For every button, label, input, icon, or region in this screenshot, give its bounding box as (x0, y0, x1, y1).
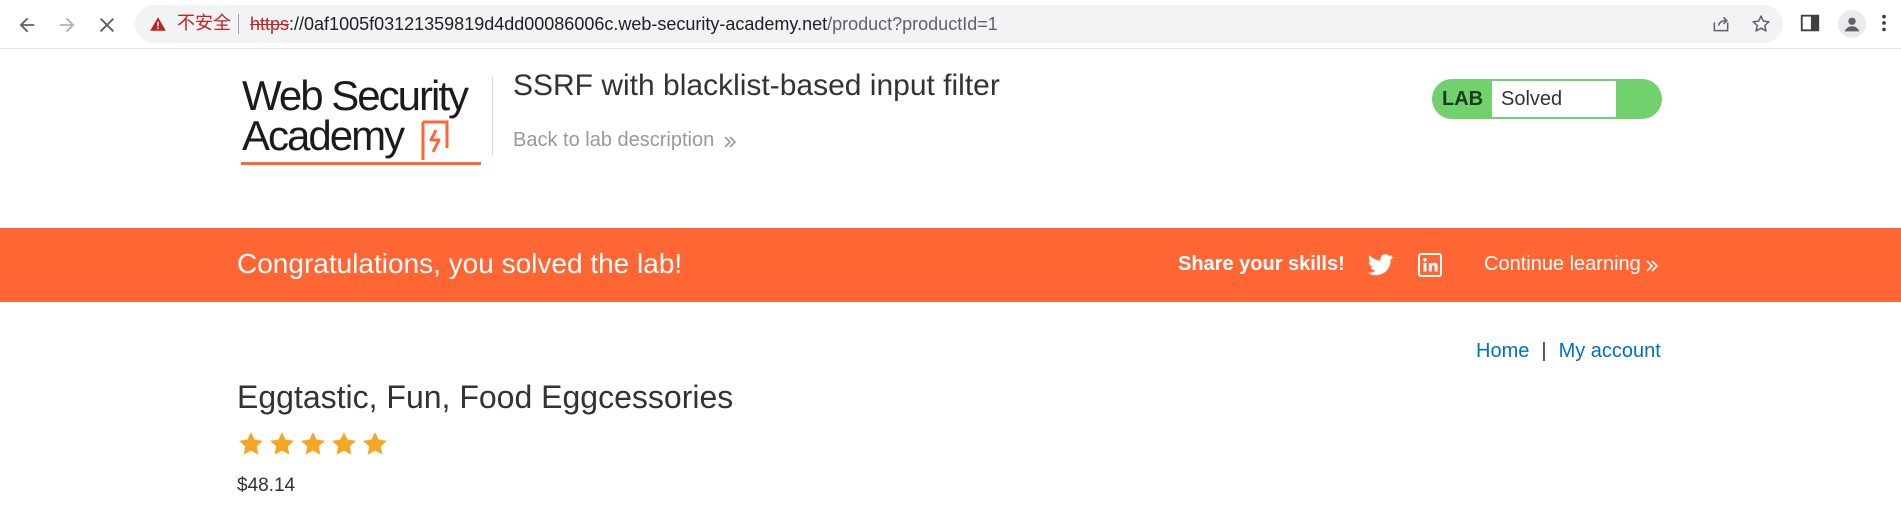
solved-banner: Congratulations, you solved the lab! Sha… (0, 228, 1901, 302)
continue-learning-label: Continue learning (1484, 253, 1641, 275)
double-chevron-right-icon (722, 133, 738, 149)
side-panel-icon[interactable] (1799, 12, 1825, 38)
url-host: ://0af1005f03121359819d4dd00086006c.web-… (289, 14, 828, 34)
lab-state: Solved (1501, 88, 1563, 110)
lab-state-box: Solved (1492, 81, 1616, 117)
bookmark-star-icon[interactable] (1751, 14, 1773, 36)
continue-learning-link[interactable]: Continue learning (1484, 253, 1660, 276)
insecure-label[interactable]: 不安全 (177, 15, 231, 33)
back-arrow-icon[interactable] (14, 12, 40, 38)
browser-toolbar: 不安全 https://0af1005f03121359819d4dd00086… (0, 0, 1901, 49)
share-icon[interactable] (1711, 14, 1733, 36)
omnibox-divider (238, 14, 239, 34)
congratulations-message: Congratulations, you solved the lab! (237, 248, 683, 279)
linkedin-icon[interactable] (1418, 253, 1442, 277)
nav-separator: | (1541, 340, 1547, 362)
star-icon (237, 430, 268, 460)
back-to-description-link[interactable]: Back to lab description (513, 129, 738, 152)
browser-menu-icon[interactable] (1880, 12, 1892, 38)
double-chevron-right-icon (1644, 257, 1660, 273)
star-icon (361, 430, 392, 460)
product-title: Eggtastic, Fun, Food Eggcessories (237, 379, 734, 415)
lab-label: LAB (1442, 88, 1484, 110)
product-price: $48.14 (237, 475, 296, 496)
my-account-link[interactable]: My account (1559, 340, 1661, 362)
url-scheme: https (250, 14, 290, 34)
url-text[interactable]: https://0af1005f03121359819d4dd00086006c… (250, 14, 998, 34)
web-security-academy-logo[interactable]: Web Security Academy (237, 73, 489, 169)
url-path: /product?productId=1 (827, 14, 998, 34)
address-bar[interactable]: 不安全 https://0af1005f03121359819d4dd00086… (135, 5, 1783, 43)
forward-arrow-icon[interactable] (54, 12, 80, 38)
lightning-bolt-icon (419, 120, 463, 162)
share-skills-label: Share your skills! (1178, 253, 1345, 275)
star-icon (268, 430, 299, 460)
logo-text-line1: Web Security (242, 72, 469, 119)
star-icon (330, 430, 361, 460)
home-link[interactable]: Home (1476, 340, 1529, 362)
product-rating (237, 430, 392, 460)
back-link-label: Back to lab description (513, 129, 715, 151)
profile-avatar-icon[interactable] (1838, 10, 1866, 38)
twitter-icon[interactable] (1367, 254, 1394, 276)
lab-status-badge: LAB Solved (1432, 79, 1662, 119)
lab-title: SSRF with blacklist-based input filter (513, 69, 1000, 102)
stop-loading-icon[interactable] (94, 12, 120, 38)
header-divider (492, 76, 493, 156)
star-icon (299, 430, 330, 460)
logo-underline (241, 162, 481, 165)
top-navigation: Home | My account (1476, 340, 1661, 363)
logo-text-line2: Academy (242, 112, 405, 159)
warning-icon[interactable] (149, 15, 167, 33)
